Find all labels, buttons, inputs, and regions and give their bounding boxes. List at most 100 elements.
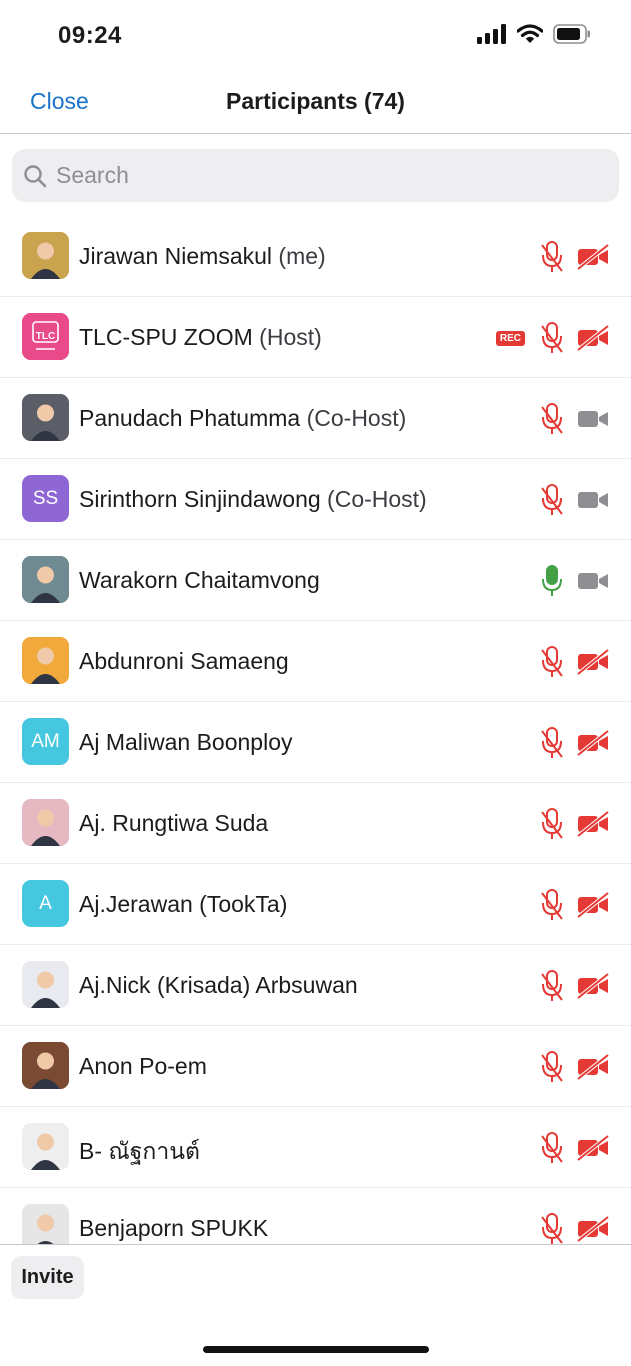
participant-status-icons [539,1212,609,1244]
participant-name: Aj.Nick (Krisada) Arbsuwan [79,972,358,998]
participant-name: Jirawan Niemsakul [79,243,273,269]
participant-status-icons [539,888,609,922]
home-indicator [203,1346,429,1353]
participant-role: (Co-Host) [327,486,427,512]
avatar: A [22,880,69,927]
mic-muted-icon [539,807,565,841]
participant-row[interactable]: Panudach Phatumma (Co-Host) [0,378,631,459]
status-bar: 09:24 [0,0,631,72]
avatar [22,1123,69,1170]
participant-name: Benjaporn SPUKK [79,1215,269,1241]
participant-status-icons [539,726,609,760]
participant-list: Jirawan Niemsakul (me) TLC TLC-SPU ZOOM (H… [0,216,631,1244]
avatar-text: SS [32,487,59,509]
participant-name-line: Aj.Jerawan (TookTa) [79,891,287,918]
mic-on-icon [539,564,565,598]
participant-name: Aj. Rungtiwa Suda [79,810,269,836]
avatar [22,232,69,279]
video-on-icon [577,408,609,430]
mic-muted-icon [539,969,565,1003]
participant-name-line: Anon Po-em [79,1053,207,1080]
participant-row[interactable]: AM Aj Maliwan Boonploy [0,702,631,783]
participant-name-line: Abdunroni Samaeng [79,648,289,675]
search-bar[interactable] [12,149,619,202]
mic-muted-icon [539,1212,565,1244]
participant-name-line: Aj. Rungtiwa Suda [79,810,268,837]
wifi-icon [517,24,543,43]
mic-muted-icon [539,483,565,517]
participant-name: Aj Maliwan Boonploy [79,729,293,755]
mic-muted-icon [539,402,565,436]
mic-muted-icon [539,321,565,355]
avatar-text: A [39,892,52,914]
participant-status-icons [539,969,609,1003]
nav-bar: Close Participants (74) [0,72,631,134]
recording-badge: REC [495,330,525,346]
participant-row[interactable]: Anon Po-em [0,1026,631,1107]
participant-role: (Co-Host) [306,405,407,431]
participant-role: (Host) [259,324,322,350]
participant-row[interactable]: Aj.Nick (Krisada) Arbsuwan [0,945,631,1026]
participant-status-icons [539,402,609,436]
avatar: SS [22,475,69,522]
cellular-signal-icon [477,24,506,44]
avatar [22,961,69,1008]
search-icon [23,164,47,188]
participant-status-icons [539,483,609,517]
video-off-icon [577,1216,609,1242]
mic-muted-icon [539,726,565,760]
avatar [22,799,69,846]
video-on-icon [577,570,609,592]
avatar [22,1042,69,1089]
participant-name-line: TLC-SPU ZOOM (Host) [79,324,322,351]
mic-muted-icon [539,1050,565,1084]
avatar-text: AM [31,730,60,752]
video-off-icon [577,892,609,918]
video-off-icon [577,973,609,999]
page-title: Participants (74) [226,88,405,114]
status-time: 09:24 [58,22,122,49]
close-button[interactable]: Close [30,88,89,115]
participant-status-icons: REC [495,321,609,355]
participant-name-line: Warakorn Chaitamvong [79,567,320,594]
video-off-icon [577,1135,609,1161]
participant-row[interactable]: Jirawan Niemsakul (me) [0,216,631,297]
participant-name: Panudach Phatumma [79,405,301,431]
participant-name-line: Jirawan Niemsakul (me) [79,243,326,270]
participant-status-icons [539,564,609,598]
mic-muted-icon [539,888,565,922]
video-off-icon [577,1054,609,1080]
avatar [22,556,69,603]
avatar [22,637,69,684]
video-off-icon [577,811,609,837]
participant-row[interactable]: TLC TLC-SPU ZOOM (Host) REC [0,297,631,378]
participant-name: TLC-SPU ZOOM [79,324,253,350]
participant-name: Aj.Jerawan (TookTa) [79,891,288,917]
participant-name: Anon Po-em [79,1053,207,1079]
mic-muted-icon [539,1131,565,1165]
video-off-icon [577,244,609,270]
avatar: AM [22,718,69,765]
participant-name-line: Aj.Nick (Krisada) Arbsuwan [79,972,358,999]
invite-button[interactable]: Invite [11,1256,84,1299]
participant-row[interactable]: Abdunroni Samaeng [0,621,631,702]
participant-status-icons [539,1131,609,1165]
mic-muted-icon [539,240,565,274]
search-input[interactable] [56,162,596,189]
video-on-icon [577,489,609,511]
participant-row[interactable]: A Aj.Jerawan (TookTa) [0,864,631,945]
video-off-icon [577,649,609,675]
participant-row[interactable]: B- ณัฐกานต์ [0,1107,631,1188]
avatar [22,394,69,441]
participant-row[interactable]: SS Sirinthorn Sinjindawong (Co-Host) [0,459,631,540]
participant-row[interactable]: Warakorn Chaitamvong [0,540,631,621]
participant-name-line: B- ณัฐกานต์ [79,1134,200,1170]
participant-name-line: Aj Maliwan Boonploy [79,729,293,756]
participant-row[interactable]: Benjaporn SPUKK [0,1188,631,1244]
avatar: TLC [22,313,69,360]
video-off-icon [577,730,609,756]
participant-role: (me) [278,243,326,269]
avatar [22,1204,69,1244]
mic-muted-icon [539,645,565,679]
participant-row[interactable]: Aj. Rungtiwa Suda [0,783,631,864]
